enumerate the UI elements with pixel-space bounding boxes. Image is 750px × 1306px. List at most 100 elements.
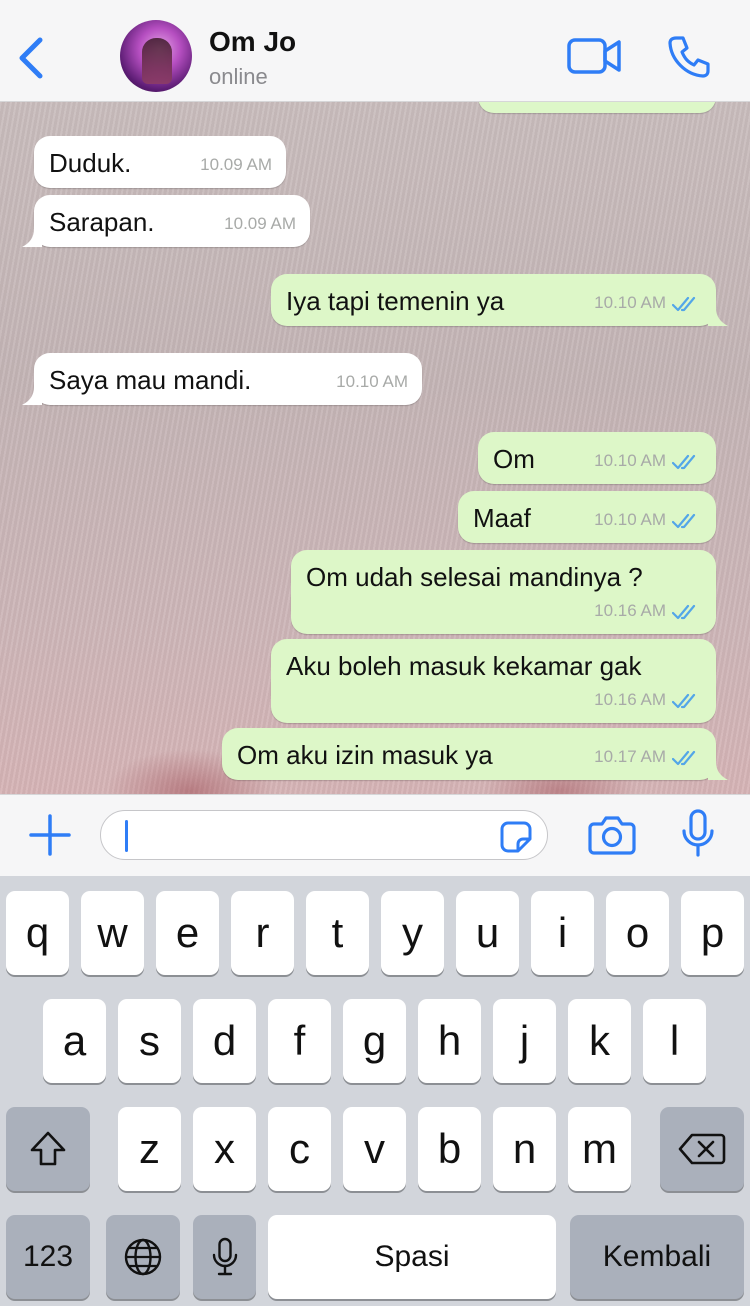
message-text: Saya mau mandi. <box>49 365 252 395</box>
bubble-tail <box>708 308 728 326</box>
microphone-icon <box>682 809 714 857</box>
key-f[interactable]: f <box>268 999 331 1083</box>
dictation-key[interactable] <box>193 1215 256 1299</box>
message-time: 10.17 AM <box>594 747 666 766</box>
space-key[interactable]: Spasi <box>268 1215 556 1299</box>
return-key[interactable]: Kembali <box>570 1215 744 1299</box>
avatar[interactable] <box>120 20 192 92</box>
message-bubble-outgoing[interactable]: Om udah selesai mandinya ? 10.16 AM <box>291 550 716 634</box>
video-call-button[interactable] <box>566 36 622 76</box>
key-s[interactable]: s <box>118 999 181 1083</box>
phone-icon <box>668 36 710 78</box>
key-m[interactable]: m <box>568 1107 631 1191</box>
key-w[interactable]: w <box>81 891 144 975</box>
key-p[interactable]: p <box>681 891 744 975</box>
numbers-key[interactable]: 123 <box>6 1215 90 1299</box>
key-a[interactable]: a <box>43 999 106 1083</box>
key-j[interactable]: j <box>493 999 556 1083</box>
double-check-icon <box>672 750 696 766</box>
contact-status: online <box>209 64 268 89</box>
message-time: 10.09 AM <box>224 214 296 233</box>
video-camera-icon <box>567 38 621 74</box>
avatar-figure <box>142 38 172 84</box>
chevron-left-icon <box>19 37 43 79</box>
message-bubble-outgoing[interactable]: Om 10.10 AM <box>478 432 716 484</box>
globe-icon <box>124 1238 162 1276</box>
sticker-icon <box>500 821 532 853</box>
message-text: Aku boleh masuk kekamar gak <box>286 651 642 681</box>
key-l[interactable]: l <box>643 999 706 1083</box>
key-t[interactable]: t <box>306 891 369 975</box>
message-bubble-outgoing[interactable]: Iya tapi temenin ya 10.10 AM <box>271 274 728 326</box>
chat-area[interactable]: Duduk. 10.09 AM Sarapan. 10.09 AM Iya ta… <box>0 101 750 794</box>
message-text: Iya tapi temenin ya <box>286 286 505 316</box>
key-z[interactable]: z <box>118 1107 181 1191</box>
camera-button[interactable] <box>588 815 636 855</box>
message-text: Om aku izin masuk ya <box>237 740 493 770</box>
backspace-key[interactable] <box>660 1107 744 1191</box>
message-time: 10.10 AM <box>594 293 666 312</box>
sticker-button[interactable] <box>499 820 533 854</box>
message-bubble-outgoing[interactable]: Om aku izin masuk ya 10.17 AM <box>222 728 728 780</box>
message-text: Om <box>493 444 535 474</box>
key-u[interactable]: u <box>456 891 519 975</box>
message-time: 10.09 AM <box>200 155 272 174</box>
key-v[interactable]: v <box>343 1107 406 1191</box>
text-caret <box>125 820 128 852</box>
key-b[interactable]: b <box>418 1107 481 1191</box>
double-check-icon <box>672 296 696 312</box>
message-text: Maaf <box>473 503 531 533</box>
message-bubble-incoming[interactable]: Duduk. 10.09 AM <box>34 136 286 188</box>
shift-key[interactable] <box>6 1107 90 1191</box>
bubble-tail <box>22 387 42 405</box>
key-d[interactable]: d <box>193 999 256 1083</box>
key-g[interactable]: g <box>343 999 406 1083</box>
message-bubble-outgoing[interactable]: Maaf 10.10 AM <box>458 491 716 543</box>
keyboard-mic-icon <box>212 1237 237 1276</box>
back-button[interactable] <box>14 34 50 82</box>
plus-icon <box>29 814 71 856</box>
voice-note-button[interactable] <box>680 809 716 859</box>
keyboard: q w e r t y u i o p a s d f g h j k l z … <box>0 876 750 1306</box>
message-bubble-outgoing[interactable]: Aku boleh masuk kekamar gak 10.16 AM <box>271 639 716 723</box>
key-i[interactable]: i <box>531 891 594 975</box>
shift-icon <box>30 1131 66 1166</box>
status-bar-remnant <box>0 0 750 8</box>
key-y[interactable]: y <box>381 891 444 975</box>
message-bubble-partial[interactable] <box>478 101 716 113</box>
message-text: Sarapan. <box>49 207 155 237</box>
double-check-icon <box>672 513 696 529</box>
message-input[interactable] <box>100 810 548 860</box>
message-bubble-incoming[interactable]: Saya mau mandi. 10.10 AM <box>22 353 422 405</box>
key-e[interactable]: e <box>156 891 219 975</box>
message-time: 10.10 AM <box>336 372 408 391</box>
backspace-icon <box>678 1133 726 1165</box>
voice-call-button[interactable] <box>666 34 712 80</box>
key-r[interactable]: r <box>231 891 294 975</box>
chat-header: Om Jo online <box>0 0 750 102</box>
key-x[interactable]: x <box>193 1107 256 1191</box>
contact-name[interactable]: Om Jo <box>209 26 296 58</box>
key-n[interactable]: n <box>493 1107 556 1191</box>
key-k[interactable]: k <box>568 999 631 1083</box>
double-check-icon <box>672 604 696 620</box>
attach-button[interactable] <box>28 813 72 857</box>
camera-icon <box>588 816 636 855</box>
key-o[interactable]: o <box>606 891 669 975</box>
double-check-icon <box>672 454 696 470</box>
bubble-tail <box>708 762 728 780</box>
bubble-tail <box>22 229 42 247</box>
globe-key[interactable] <box>106 1215 180 1299</box>
message-text: Duduk. <box>49 148 132 178</box>
message-time: 10.16 AM <box>594 690 666 709</box>
message-time: 10.10 AM <box>594 510 666 529</box>
message-time: 10.16 AM <box>594 601 666 620</box>
message-bubble-incoming[interactable]: Sarapan. 10.09 AM <box>22 195 310 247</box>
double-check-icon <box>672 693 696 709</box>
key-q[interactable]: q <box>6 891 69 975</box>
message-input-bar <box>0 794 750 877</box>
key-c[interactable]: c <box>268 1107 331 1191</box>
message-text: Om udah selesai mandinya ? <box>306 562 643 592</box>
key-h[interactable]: h <box>418 999 481 1083</box>
message-time: 10.10 AM <box>594 451 666 470</box>
